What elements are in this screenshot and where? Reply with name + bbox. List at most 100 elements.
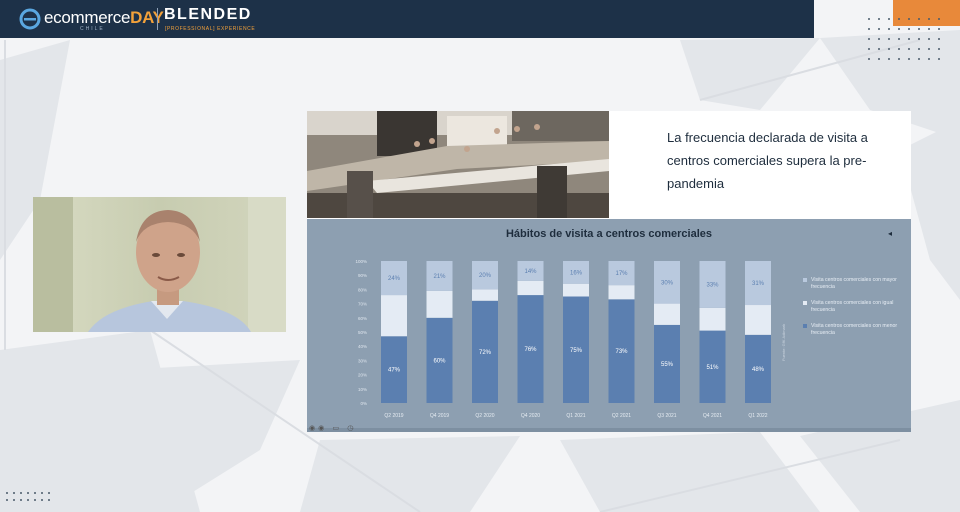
dot — [20, 499, 22, 501]
dot — [868, 48, 870, 50]
dot — [878, 38, 880, 40]
dot — [878, 18, 880, 20]
data-label: 55% — [661, 362, 674, 368]
bar-segment — [699, 307, 726, 331]
mall-photo — [307, 111, 609, 218]
data-label: 21% — [433, 274, 446, 280]
dot — [898, 28, 900, 30]
dot — [938, 48, 940, 50]
logo-divider — [157, 8, 158, 30]
brand-prefix: ecommerce — [44, 8, 131, 27]
dot — [868, 18, 870, 20]
x-tick-label: Q4 2019 — [430, 413, 449, 419]
dot — [918, 48, 920, 50]
dot — [6, 499, 8, 501]
dot — [918, 58, 920, 60]
chart-legend: Visita centros comerciales con mayor fre… — [803, 277, 903, 346]
bar-segment — [608, 285, 635, 300]
dot — [41, 492, 43, 494]
bar-segment — [517, 280, 544, 296]
dot — [928, 48, 930, 50]
y-tick-label: 60% — [358, 316, 367, 321]
dot — [6, 492, 8, 494]
data-label: 33% — [706, 282, 719, 288]
data-label: 75% — [570, 348, 583, 354]
dot — [918, 18, 920, 20]
accent-block — [893, 0, 960, 26]
dot — [20, 492, 22, 494]
dot — [898, 18, 900, 20]
data-label: 14% — [524, 269, 537, 275]
dot — [898, 48, 900, 50]
bar-segment — [563, 283, 589, 297]
slide-headline: La frecuencia declarada de visita a cent… — [667, 130, 868, 191]
dot — [898, 38, 900, 40]
dot — [888, 58, 890, 60]
x-tick-label: Q2 2019 — [384, 413, 403, 419]
bar-segment — [381, 295, 407, 337]
brand-country: CHILE — [80, 26, 105, 32]
header-bar: ecommerceDAY CHILE BLENDED [PROFESSIONAL… — [0, 0, 814, 38]
data-label: 20% — [479, 273, 492, 279]
event-tagline: [PROFESSIONAL] EXPERIENCE — [165, 26, 256, 32]
dot — [938, 58, 940, 60]
data-label: 16% — [570, 270, 583, 276]
legend-swatch — [803, 278, 807, 282]
dot — [48, 492, 50, 494]
slide-bottom-bar — [307, 428, 911, 432]
dot — [48, 499, 50, 501]
dot — [868, 38, 870, 40]
dot — [27, 492, 29, 494]
brand-suffix: DAY — [130, 8, 164, 27]
player-controls[interactable]: ◉◉ ▭ ◷ — [309, 424, 356, 432]
dot — [908, 18, 910, 20]
dot — [868, 58, 870, 60]
dot — [13, 499, 15, 501]
dot — [908, 58, 910, 60]
dot — [878, 28, 880, 30]
y-tick-label: 30% — [358, 358, 367, 363]
dot — [908, 38, 910, 40]
y-tick-label: 90% — [358, 273, 367, 278]
y-tick-label: 80% — [358, 287, 367, 292]
dot — [13, 492, 15, 494]
speaker-video — [33, 197, 286, 332]
data-label: 76% — [524, 347, 537, 353]
x-tick-label: Q2 2021 — [612, 413, 631, 419]
dot — [888, 48, 890, 50]
bar-segment — [426, 290, 453, 318]
x-tick-label: Q4 2020 — [521, 413, 540, 419]
legend-item: Visita centros comerciales con menor fre… — [803, 323, 903, 337]
presentation-slide: La frecuencia declarada de visita a cent… — [307, 111, 911, 429]
bar-segment — [472, 289, 498, 301]
legend-label: Visita centros comerciales con menor fre… — [811, 323, 898, 336]
y-tick-label: 20% — [358, 373, 367, 378]
legend-swatch — [803, 301, 807, 305]
dot — [888, 28, 890, 30]
x-tick-label: Q4 2021 — [703, 413, 722, 419]
y-tick-label: 10% — [358, 387, 367, 392]
data-label: 17% — [615, 271, 628, 277]
brand-logo: ecommerceDAY — [44, 8, 164, 28]
dot — [928, 28, 930, 30]
x-tick-label: Q1 2021 — [566, 413, 585, 419]
dot — [41, 499, 43, 501]
dot — [27, 499, 29, 501]
dot — [908, 28, 910, 30]
source-note: Fuente: GfK Adimark — [781, 323, 786, 361]
legend-label: Visita centros comerciales con igual fre… — [811, 300, 894, 313]
y-tick-label: 50% — [358, 330, 367, 335]
dot — [34, 492, 36, 494]
x-tick-label: Q2 2020 — [475, 413, 494, 419]
speaker-figure — [33, 197, 286, 332]
dot — [878, 58, 880, 60]
dot — [938, 38, 940, 40]
x-tick-label: Q3 2021 — [657, 413, 676, 419]
dot — [868, 28, 870, 30]
dot — [928, 18, 930, 20]
dot — [888, 18, 890, 20]
y-tick-label: 100% — [355, 259, 367, 264]
dot — [34, 499, 36, 501]
legend-item: Visita centros comerciales con igual fre… — [803, 300, 903, 314]
dot — [918, 28, 920, 30]
